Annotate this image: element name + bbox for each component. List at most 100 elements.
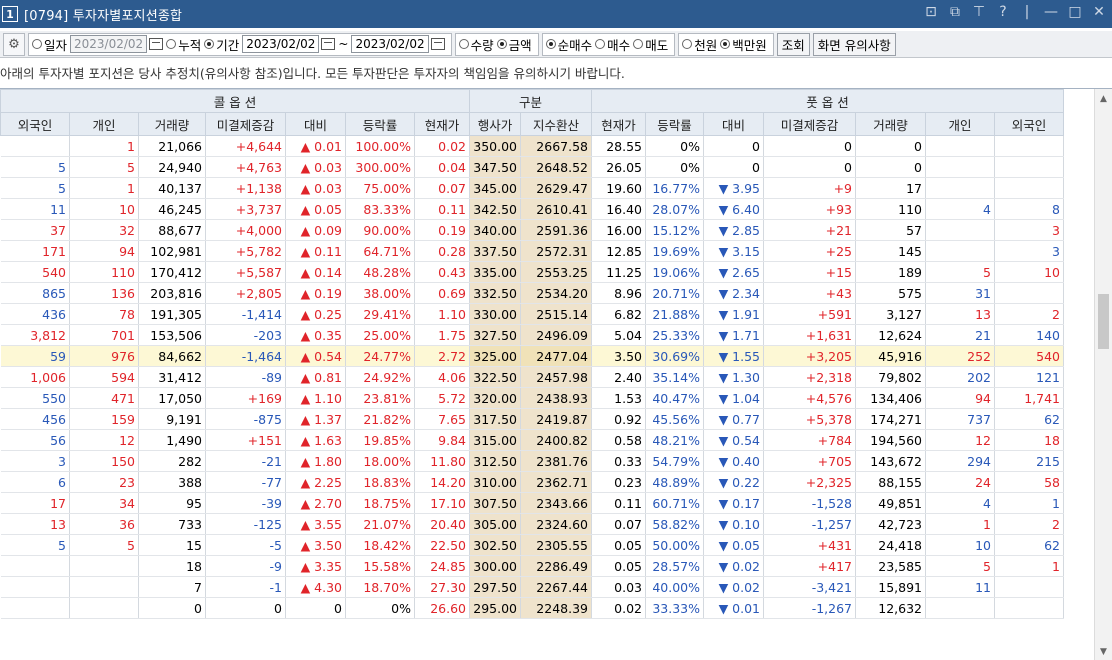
minimize-icon[interactable]: — [1044,4,1058,20]
col-header-call-price[interactable]: 현재가 [414,112,470,136]
cell-call-volume: 388 [138,471,206,493]
table-row[interactable]: 7 -1 ▲ 4.30 18.70% 27.30 297.50 2267.44 0.03 40.… [0,576,1064,598]
col-header-put-price[interactable]: 현재가 [591,112,646,136]
table-row[interactable]: 56 12 1,490 +151 ▲ 1.63 19.85% 9.84 315.00 2400.… [0,429,1064,451]
radio-period[interactable]: 기간 [204,35,239,54]
scroll-up-icon[interactable]: ▲ [1095,91,1112,107]
query-button[interactable]: 조회 [776,32,810,56]
calendar-icon[interactable] [430,38,445,50]
table-row[interactable]: 13 36 733 -125 ▲ 3.55 21.07% 20.40 305.00 2324.6… [0,513,1064,535]
cell-index-conv: 2457.98 [520,366,592,388]
table-row[interactable]: 37 32 88,677 +4,000 ▲ 0.09 90.00% 0.19 340.00 25… [0,219,1064,241]
table-row[interactable]: 3 150 282 -21 ▲ 1.80 18.00% 11.80 312.50 2381.76… [0,450,1064,472]
cell-put-change: ▼ 3.95 [703,177,764,199]
table-row[interactable]: 550 471 17,050 +169 ▲ 1.10 23.81% 5.72 320.00 24… [0,387,1064,409]
position-grid[interactable]: 콜 옵 션 구분 풋 옵 션 외국인 개인 거래량 미결제증감 대비 등락률 현재가 행사가 지… [0,88,1112,660]
date-from-field[interactable]: 2023/02/02 [242,35,320,53]
radio-million-won-label: 백만원 [732,37,767,53]
radio-thousand-won[interactable]: 천원 [682,35,717,54]
col-header-put-pct[interactable]: 등락률 [645,112,704,136]
table-row[interactable]: 456 159 9,191 -875 ▲ 1.37 21.82% 7.65 317.50 241… [0,408,1064,430]
table-row[interactable]: 3,812 701 153,506 -203 ▲ 0.35 25.00% 1.75 327.5… [0,324,1064,346]
table-row[interactable]: 865 136 203,816 +2,805 ▲ 0.19 38.00% 0.69 332.5… [0,282,1064,304]
radio-thousand-won-label: 천원 [694,37,718,53]
radio-amount[interactable]: 금액 [496,35,532,54]
table-row[interactable]: 436 78 191,305 -1,414 ▲ 0.25 29.41% 1.10 330.00… [0,303,1064,325]
cell-call-volume: 17,050 [138,387,206,409]
table-row[interactable]: 1 21,066 +4,644 ▲ 0.01 100.00% 0.02 350.00 2667… [0,135,1064,157]
cell-put-pct: 19.69% [645,240,704,262]
col-header-call-pct[interactable]: 등락률 [345,112,415,136]
col-header-index-conv[interactable]: 지수환산 [520,112,592,136]
cell-call-pct: 18.00% [345,450,415,472]
col-header-call-change[interactable]: 대비 [285,112,346,136]
cell-put-oi-change: +2,325 [763,471,856,493]
col-header-put-foreign[interactable]: 외국인 [994,112,1064,136]
date-to-field[interactable]: 2023/02/02 [351,35,429,53]
cell-index-conv: 2534.20 [520,282,592,304]
table-row[interactable]: 0 0 0 0% 26.60 295.00 2248.39 0.02 33.33% ▼ 0.01-… [0,597,1064,619]
table-row[interactable]: 6 23 388 -77 ▲ 2.25 18.83% 14.20 310.00 2362.71 0… [0,471,1064,493]
cell-put-volume: 24,418 [855,534,926,556]
col-header-call-individual[interactable]: 개인 [69,112,139,136]
col-header-call-volume[interactable]: 거래량 [138,112,206,136]
daily-date-field[interactable]: 2023/02/02 [70,35,148,53]
radio-cumulative[interactable]: 누적 [166,35,201,54]
scroll-down-icon[interactable]: ▼ [1095,644,1112,660]
cell-put-price: 5.04 [591,324,646,346]
cell-strike: 342.50 [469,198,521,220]
cell-put-change: ▼ 1.55 [703,345,764,367]
radio-buy[interactable]: 매수 [595,35,630,54]
cell-call-individual: 34 [69,492,139,514]
cell-put-foreign: 540 [994,345,1064,367]
col-header-put-volume[interactable]: 거래량 [855,112,926,136]
screen-notice-button[interactable]: 화면 유의사항 [812,32,896,56]
radio-net-buy[interactable]: 순매수 [545,35,592,54]
table-row[interactable]: 5 1 40,137 +1,138 ▲ 0.03 75.00% 0.07 345.00 2629… [0,177,1064,199]
col-header-call-foreign[interactable]: 외국인 [0,112,70,136]
gear-icon[interactable]: ⚙ [3,32,25,56]
pin-icon[interactable]: ⊤ [972,4,986,20]
table-row[interactable]: 11 10 46,245 +3,737 ▲ 0.05 83.33% 0.11 342.50 26… [0,198,1064,220]
table-row[interactable]: 171 94 102,981 +5,782 ▲ 0.11 64.71% 0.28 337.50… [0,240,1064,262]
table-row[interactable]: 540 110 170,412 +5,587 ▲ 0.14 48.28% 0.43 335.0… [0,261,1064,283]
calendar-icon[interactable] [149,38,164,50]
cell-strike: 302.50 [469,534,521,556]
cell-call-individual [69,576,139,598]
radio-daily[interactable]: 일자 [32,35,67,54]
close-icon[interactable]: ✕ [1092,4,1106,20]
col-header-put-change[interactable]: 대비 [703,112,764,136]
col-header-strike[interactable]: 행사가 [469,112,521,136]
cell-put-individual [925,219,995,241]
cell-call-oi-change: -1,464 [205,345,286,367]
table-row[interactable]: 17 34 95 -39 ▲ 2.70 18.75% 17.10 307.50 2343.66 0… [0,492,1064,514]
scroll-thumb[interactable] [1098,294,1109,349]
cell-put-change: ▼ 0.10 [703,513,764,535]
table-row[interactable]: 1,006 594 31,412 -89 ▲ 0.81 24.92% 4.06 322.50 2… [0,366,1064,388]
cell-index-conv: 2572.31 [520,240,592,262]
help-icon[interactable]: ? [996,4,1010,20]
calendar-icon[interactable] [321,38,336,50]
cell-put-individual [925,135,995,157]
col-header-put-oi-change[interactable]: 미결제증감 [763,112,856,136]
col-header-call-oi-change[interactable]: 미결제증감 [205,112,286,136]
layout-icon[interactable]: ⊡ [924,4,938,20]
cell-put-oi-change: 0 [763,156,856,178]
table-row[interactable]: 59 976 84,662 -1,464 ▲ 0.54 24.77% 2.72 325.00 2… [0,345,1064,367]
cell-call-foreign [0,597,70,619]
table-row[interactable]: 5 5 24,940 +4,763 ▲ 0.03 300.00% 0.04 347.50 264… [0,156,1064,178]
cell-strike: 345.00 [469,177,521,199]
tile-icon[interactable]: ⧉ [948,4,962,20]
table-row[interactable]: 5 5 15 -5 ▲ 3.50 18.42% 22.50 302.50 2305.55 0.05… [0,534,1064,556]
cell-put-individual [925,156,995,178]
cell-put-price: 28.55 [591,135,646,157]
radio-million-won[interactable]: 백만원 [720,35,767,54]
radio-sell[interactable]: 매도 [633,35,668,54]
table-row[interactable]: 18 -9 ▲ 3.35 15.58% 24.85 300.00 2286.49 0.05 28… [0,555,1064,577]
cell-put-oi-change: -3,421 [763,576,856,598]
vertical-scrollbar[interactable]: ▲ ▼ [1094,89,1112,660]
maximize-icon[interactable]: □ [1068,4,1082,20]
radio-qty[interactable]: 수량 [458,35,494,54]
col-header-put-individual[interactable]: 개인 [925,112,995,136]
cell-strike: 327.50 [469,324,521,346]
